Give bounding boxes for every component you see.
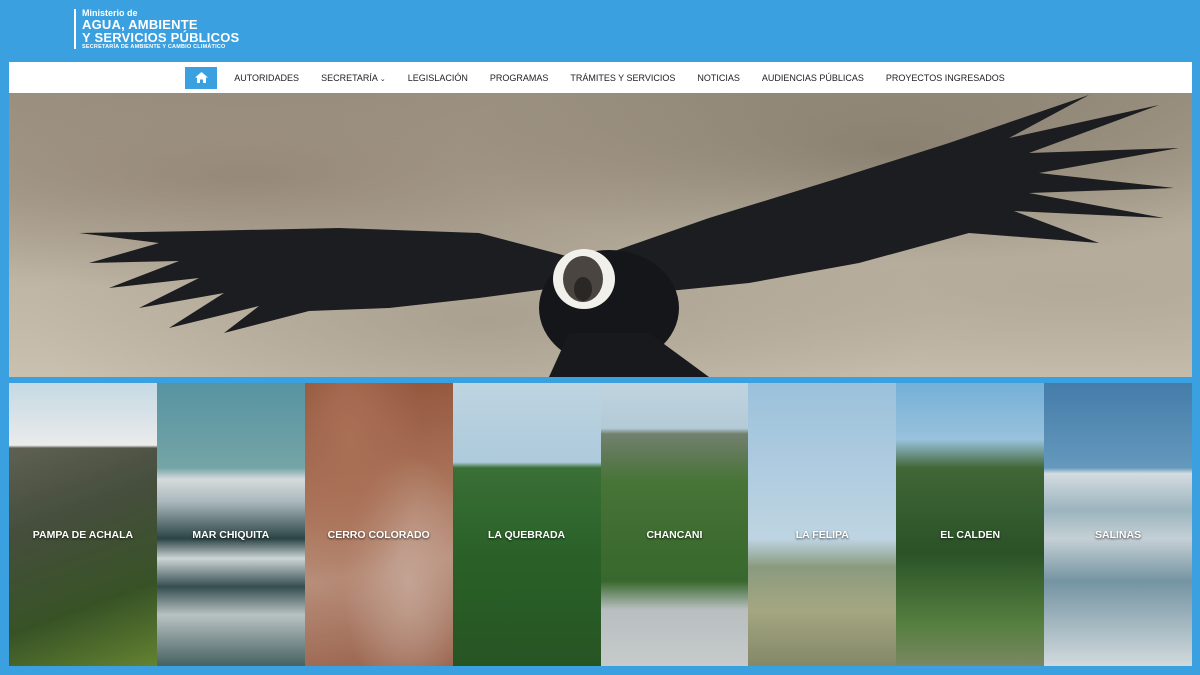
nav-label: AUTORIDADES	[234, 72, 300, 83]
nav-label: AUDIENCIAS PÚBLICAS	[761, 72, 864, 83]
tile-overlay	[600, 383, 749, 666]
logo-line-3: Y SERVICIOS PÚBLICOS	[82, 30, 240, 45]
tile-el-calden[interactable]: EL CALDEN	[896, 383, 1045, 666]
tile-salinas[interactable]: SALINAS	[1044, 383, 1192, 666]
home-button[interactable]	[185, 66, 218, 89]
tile-label: LA FELIPA	[795, 529, 849, 541]
nav-legislacion[interactable]: LEGISLACIÓN	[397, 73, 479, 83]
tile-label: CHANCANI	[646, 529, 703, 541]
nav-label: PROGRAMAS	[489, 72, 549, 83]
main-navigation: AUTORIDADES SECRETARÍA ⌄ LEGISLACIÓN PROG…	[9, 62, 1192, 93]
chevron-down-icon: ⌄	[379, 75, 386, 83]
nav-autoridades[interactable]: AUTORIDADES	[223, 73, 310, 83]
nav-label: PROYECTOS INGRESADOS	[885, 72, 1005, 83]
nav-audiencias-publicas[interactable]: AUDIENCIAS PÚBLICAS	[751, 73, 875, 83]
protected-areas-gallery: PAMPA DE ACHALA MAR CHIQUITA CERRO COLOR…	[9, 383, 1192, 666]
nav-label: TRÁMITES Y SERVICIOS	[570, 72, 676, 83]
nav-label: SECRETARÍA	[321, 72, 378, 83]
tile-mar-chiquita[interactable]: MAR CHIQUITA	[156, 383, 305, 666]
tile-label: CERRO COLORADO	[327, 529, 430, 541]
logo-line-4: SECRETARÍA DE AMBIENTE Y CAMBIO CLIMÁTIC…	[82, 44, 226, 50]
tile-overlay	[896, 383, 1045, 666]
tile-label: PAMPA DE ACHALA	[32, 529, 134, 541]
tile-overlay	[1044, 383, 1192, 666]
nav-label: NOTICIAS	[697, 72, 740, 83]
tile-label: MAR CHIQUITA	[192, 529, 270, 541]
ministry-logo[interactable]: Ministerio de AGUA, AMBIENTE Y SERVICIOS…	[74, 9, 240, 50]
hero-banner-condor	[9, 93, 1192, 377]
tile-la-felipa[interactable]: LA FELIPA	[748, 383, 897, 666]
tile-la-quebrada[interactable]: LA QUEBRADA	[452, 383, 601, 666]
tile-chancani[interactable]: CHANCANI	[600, 383, 749, 666]
tile-pampa-de-achala[interactable]: PAMPA DE ACHALA	[9, 383, 157, 666]
tile-label: EL CALDEN	[940, 529, 1001, 541]
tile-overlay	[748, 383, 897, 666]
home-icon	[194, 72, 208, 83]
tile-overlay	[156, 383, 305, 666]
nav-programas[interactable]: PROGRAMAS	[479, 73, 560, 83]
site-header: Ministerio de AGUA, AMBIENTE Y SERVICIOS…	[0, 0, 1200, 62]
condor-illustration	[79, 95, 1179, 377]
nav-tramites-y-servicios[interactable]: TRÁMITES Y SERVICIOS	[559, 73, 686, 83]
tile-label: LA QUEBRADA	[487, 529, 566, 541]
tile-overlay	[452, 383, 601, 666]
tile-cerro-colorado[interactable]: CERRO COLORADO	[304, 383, 453, 666]
nav-secretaria[interactable]: SECRETARÍA ⌄	[310, 73, 397, 83]
nav-label: LEGISLACIÓN	[407, 72, 468, 83]
tile-label: SALINAS	[1095, 529, 1142, 541]
nav-noticias[interactable]: NOTICIAS	[686, 73, 751, 83]
nav-proyectos-ingresados[interactable]: PROYECTOS INGRESADOS	[875, 73, 1016, 83]
tile-overlay	[9, 383, 157, 666]
tile-overlay	[304, 383, 453, 666]
